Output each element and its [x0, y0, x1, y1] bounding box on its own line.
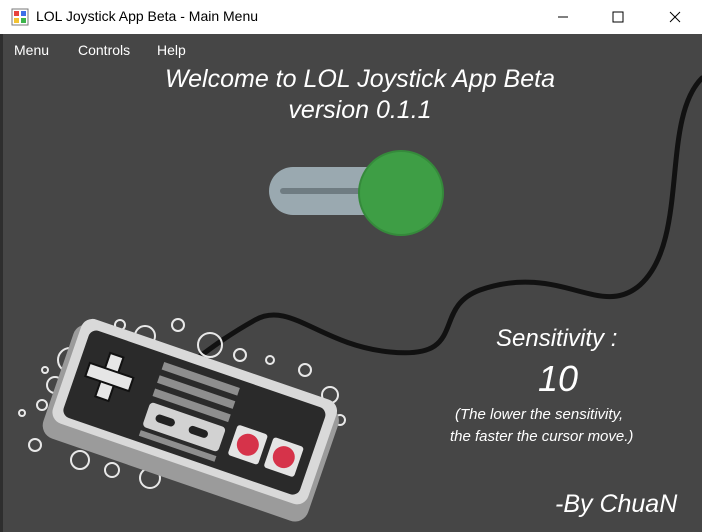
window-left-edge — [0, 0, 3, 532]
menu-item-help[interactable]: Help — [157, 42, 186, 58]
author-byline: -By ChuaN — [555, 490, 678, 518]
menu-item-controls[interactable]: Controls — [78, 42, 130, 58]
menu-bar: Menu Controls Help — [0, 36, 702, 64]
menu-item-menu[interactable]: Menu — [14, 42, 49, 58]
close-button[interactable] — [652, 0, 698, 34]
sensitivity-label: Sensitivity : — [496, 325, 618, 352]
minimize-button[interactable] — [540, 0, 586, 34]
close-icon — [669, 11, 681, 23]
sensitivity-value: 10 — [538, 358, 579, 399]
main-window: LOL Joystick App Beta - Main Menu Menu C… — [0, 0, 702, 532]
minimize-icon — [558, 16, 568, 18]
maximize-button[interactable] — [595, 0, 641, 34]
version-label: version 0.1.1 — [288, 96, 432, 124]
app-icon — [11, 8, 29, 26]
welcome-heading: Welcome to LOL Joystick App Beta version… — [90, 64, 630, 126]
sensitivity-note-line2: the faster the cursor move.) — [450, 428, 634, 445]
maximize-icon — [612, 11, 624, 23]
window-title: LOL Joystick App Beta - Main Menu — [36, 8, 259, 24]
sensitivity-note-line1: (The lower the sensitivity, — [455, 406, 624, 423]
welcome-title: Welcome to LOL Joystick App Beta — [164, 65, 555, 93]
sensitivity-note: (The lower the sensitivity, the faster t… — [450, 404, 680, 448]
toggle-switch[interactable] — [269, 150, 444, 236]
gamepad-illustration — [42, 318, 339, 522]
title-bar: LOL Joystick App Beta - Main Menu — [0, 0, 702, 34]
